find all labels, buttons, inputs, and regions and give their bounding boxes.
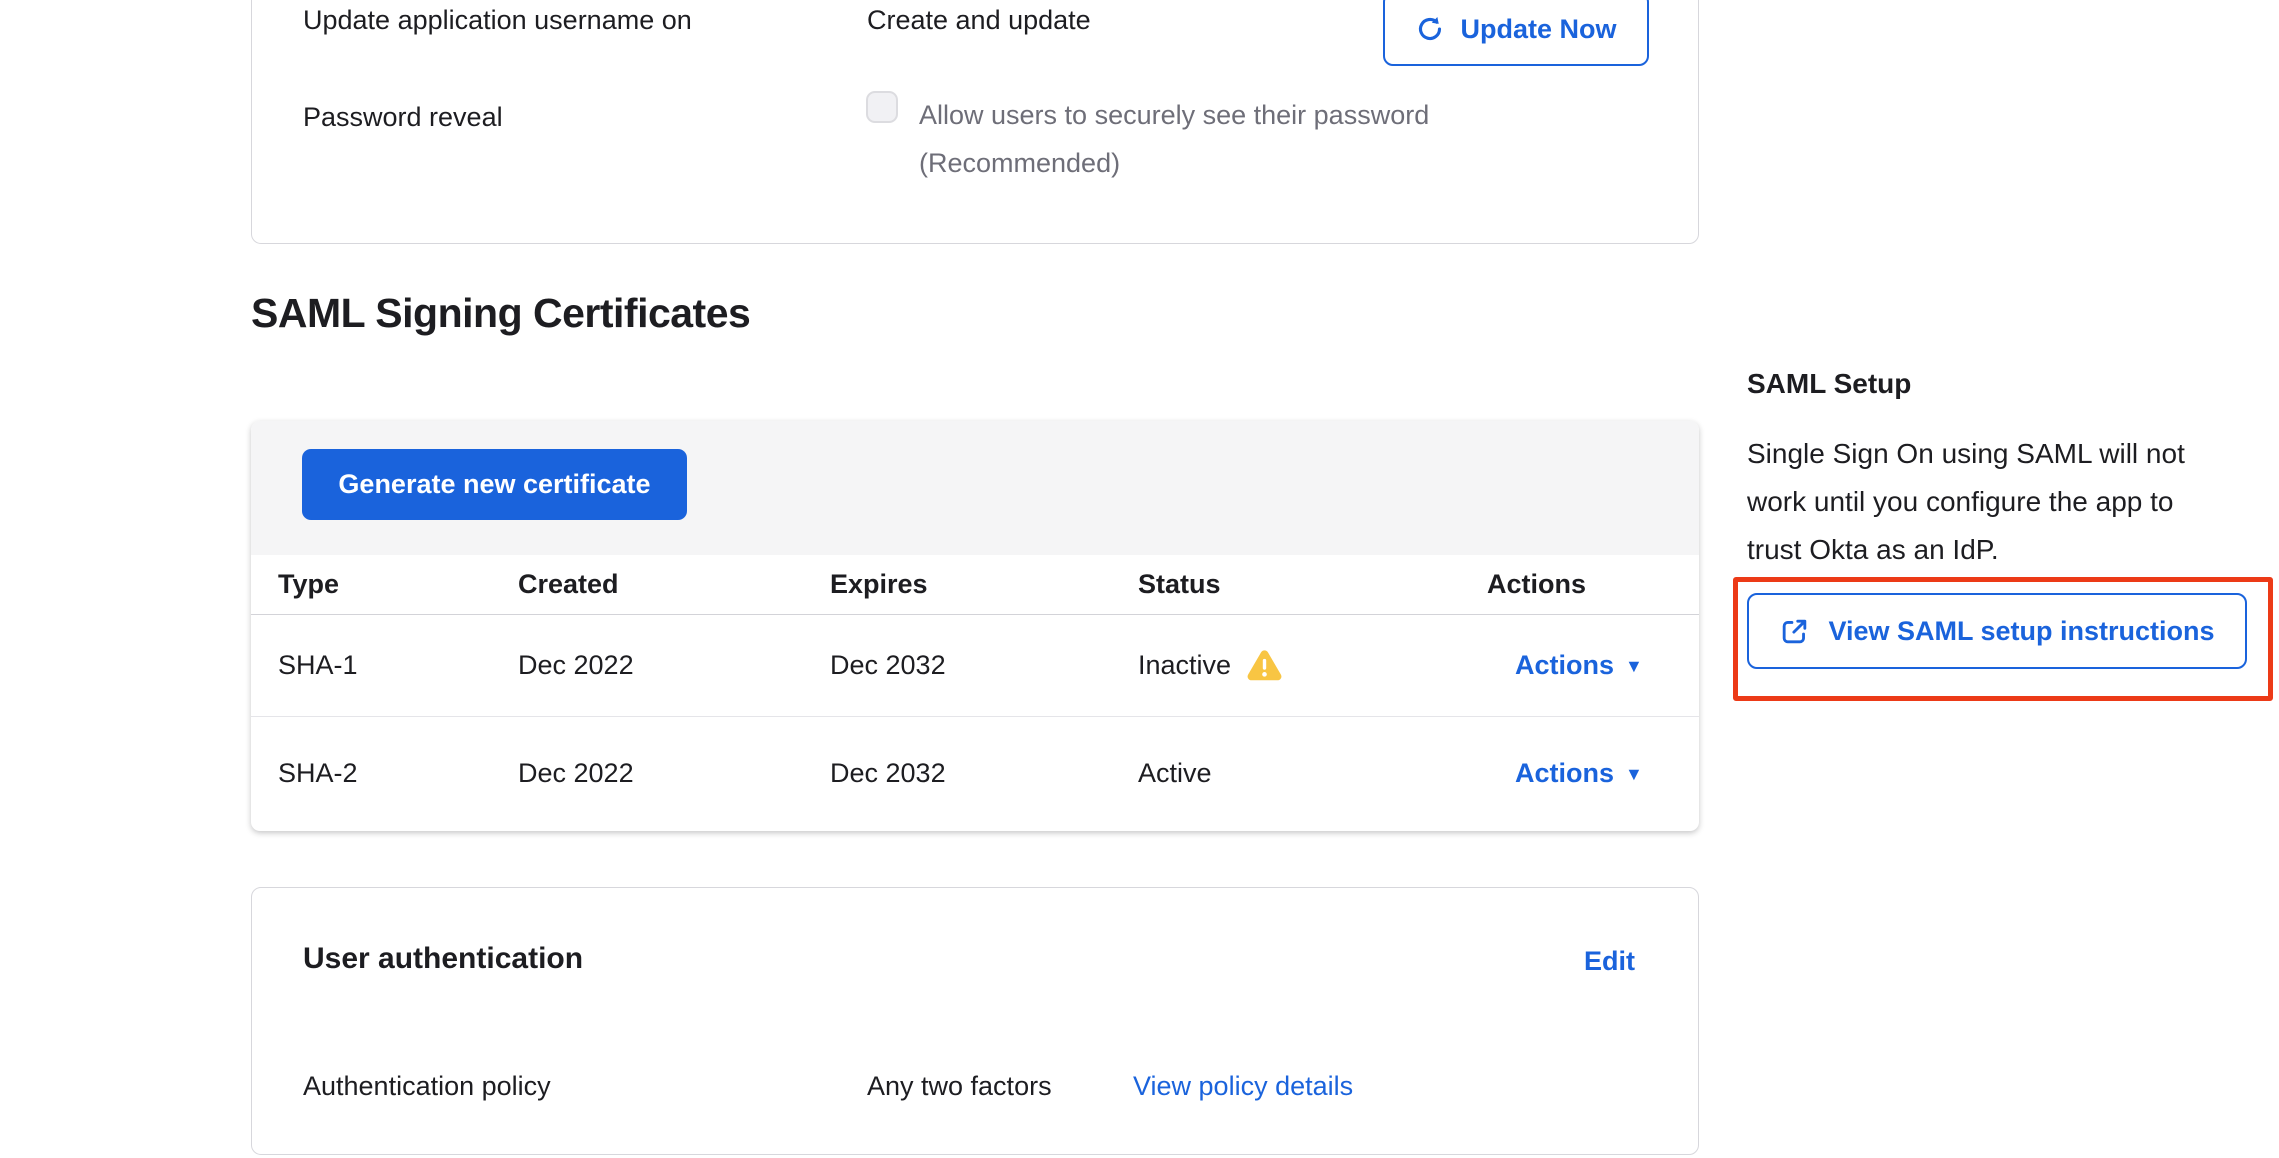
update-username-label: Update application username on — [303, 3, 692, 37]
certificates-table-header: Type Created Expires Status Actions — [251, 555, 1699, 615]
column-header-actions: Actions — [1487, 569, 1699, 600]
saml-setup-description-line: trust Okta as an IdP. — [1747, 526, 2267, 574]
cert-expires: Dec 2032 — [830, 758, 1138, 789]
authentication-policy-value: Any two factors — [867, 1069, 1052, 1103]
column-header-type: Type — [278, 569, 518, 600]
cert-status: Inactive — [1138, 649, 1487, 683]
table-row-sha1: SHA-1 Dec 2022 Dec 2032 Inactive Actions… — [251, 615, 1699, 717]
cert-type: SHA-2 — [278, 758, 518, 789]
cert-created: Dec 2022 — [518, 758, 830, 789]
refresh-icon — [1415, 14, 1445, 44]
column-header-status: Status — [1138, 569, 1487, 600]
sign-on-settings-card: Update application username on Create an… — [251, 0, 1699, 244]
saml-setup-heading: SAML Setup — [1747, 366, 1911, 402]
certificates-card: Generate new certificate Type Created Ex… — [251, 421, 1699, 831]
saml-setup-description: Single Sign On using SAML will not work … — [1747, 430, 2267, 574]
column-header-expires: Expires — [830, 569, 1138, 600]
saml-setup-description-line: Single Sign On using SAML will not — [1747, 430, 2267, 478]
cert-status: Active — [1138, 758, 1487, 789]
external-link-icon — [1779, 616, 1810, 647]
page: Update application username on Create an… — [0, 0, 2279, 1158]
caret-down-icon: ▼ — [1625, 657, 1643, 675]
status-text: Active — [1138, 758, 1212, 789]
view-policy-details-link[interactable]: View policy details — [1133, 1069, 1353, 1103]
saml-signing-certificates-heading: SAML Signing Certificates — [251, 288, 750, 338]
view-saml-setup-instructions-button[interactable]: View SAML setup instructions — [1747, 593, 2247, 669]
password-reveal-checkbox-label-line1: Allow users to securely see their passwo… — [919, 98, 1429, 132]
column-header-created: Created — [518, 569, 830, 600]
status-text: Inactive — [1138, 650, 1231, 681]
user-authentication-card: User authentication Edit Authentication … — [251, 887, 1699, 1155]
caret-down-icon: ▼ — [1625, 765, 1643, 783]
password-reveal-checkbox[interactable] — [866, 91, 898, 123]
warning-triangle-icon — [1246, 649, 1283, 683]
actions-label: Actions — [1515, 650, 1614, 681]
table-row-sha2: SHA-2 Dec 2022 Dec 2032 Active Actions ▼ — [251, 717, 1699, 830]
authentication-policy-label: Authentication policy — [303, 1069, 551, 1103]
password-reveal-checkbox-label-line2: (Recommended) — [919, 146, 1120, 180]
actions-label: Actions — [1515, 758, 1614, 789]
view-saml-setup-instructions-label: View SAML setup instructions — [1828, 616, 2214, 647]
actions-dropdown-sha1[interactable]: Actions ▼ — [1487, 650, 1643, 681]
annotation-highlight-box: View SAML setup instructions — [1733, 577, 2273, 701]
certificates-toolbar: Generate new certificate — [251, 421, 1699, 555]
edit-link[interactable]: Edit — [1584, 946, 1635, 977]
user-authentication-heading: User authentication — [303, 940, 583, 978]
cert-expires: Dec 2032 — [830, 650, 1138, 681]
update-now-button[interactable]: Update Now — [1383, 0, 1649, 66]
saml-setup-description-line: work until you configure the app to — [1747, 478, 2267, 526]
generate-certificate-button[interactable]: Generate new certificate — [302, 449, 687, 520]
cert-created: Dec 2022 — [518, 650, 830, 681]
cert-type: SHA-1 — [278, 650, 518, 681]
password-reveal-label: Password reveal — [303, 100, 503, 134]
update-now-label: Update Now — [1460, 14, 1616, 45]
actions-dropdown-sha2[interactable]: Actions ▼ — [1487, 758, 1643, 789]
update-username-value: Create and update — [867, 3, 1091, 37]
